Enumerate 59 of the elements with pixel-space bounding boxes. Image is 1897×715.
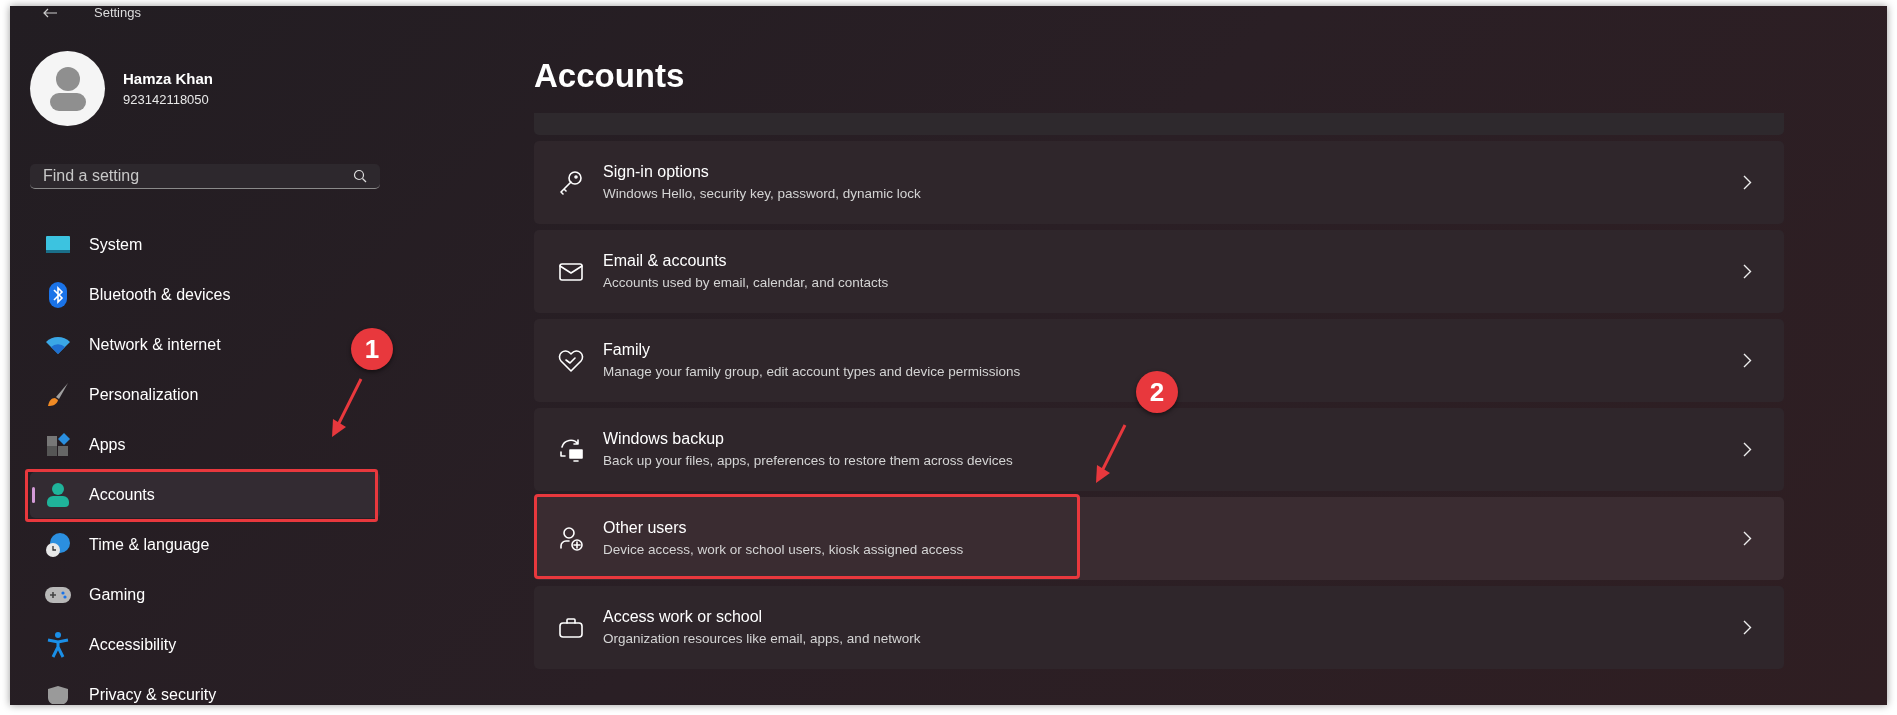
- card-description: Device access, work or school users, kiosk assigned access: [603, 541, 965, 560]
- card-description: Accounts used by email, calendar, and contacts: [603, 274, 890, 293]
- nav-item[interactable]: Personalization: [30, 372, 211, 418]
- card-description: Windows Hello, security key, password, dynamic lock: [603, 185, 922, 204]
- paintbrush-icon: [46, 382, 70, 408]
- chevron-right-icon: [1743, 353, 1752, 368]
- window-title: Settings: [94, 6, 141, 19]
- accessibility-icon: [46, 632, 70, 658]
- annotation-arrow: [330, 377, 364, 439]
- selection-indicator: [32, 487, 35, 503]
- chevron-right-icon: [1743, 264, 1752, 279]
- card-title: Windows backup: [603, 429, 725, 450]
- search-field[interactable]: Find a setting: [30, 164, 380, 189]
- nav-item[interactable]: Network & internet: [30, 322, 233, 368]
- card-description: Organization resources like email, apps, and network: [603, 630, 922, 649]
- nav-item[interactable]: Accounts: [30, 472, 380, 518]
- search-input[interactable]: Find a setting: [43, 164, 323, 188]
- sync-monitor-icon: [558, 436, 584, 463]
- user-account: 923142118050: [123, 91, 210, 109]
- search-icon[interactable]: [353, 169, 367, 183]
- person-icon: [47, 482, 69, 508]
- nav-item[interactable]: Accessibility: [30, 622, 189, 668]
- nav-item[interactable]: Gaming: [30, 572, 158, 618]
- gamepad-icon: [45, 586, 71, 604]
- nav-item[interactable]: Bluetooth & devices: [30, 272, 243, 318]
- settings-card[interactable]: Email & accounts Accounts used by email, calendar, and contacts: [534, 230, 1784, 313]
- card-description: Manage your family group, edit account types and device permissions: [603, 363, 1022, 382]
- chevron-right-icon: [1743, 620, 1752, 635]
- nav-item[interactable]: Time & language: [30, 522, 222, 568]
- chevron-right-icon: [1743, 442, 1752, 457]
- settings-card[interactable]: Windows backup Back up your files, apps, preferences to restore them across devices: [534, 408, 1784, 491]
- card-title: Family: [603, 340, 652, 361]
- back-arrow-icon[interactable]: [42, 7, 58, 18]
- annotation-arrow: [1094, 423, 1128, 485]
- person-add-icon: [558, 525, 584, 552]
- settings-card[interactable]: Sign-in options Windows Hello, security key, password, dynamic lock: [534, 141, 1784, 224]
- card-title: Sign-in options: [603, 162, 710, 183]
- apps-icon: [46, 433, 70, 457]
- bluetooth-icon: [48, 282, 68, 308]
- step-badge: 1: [351, 328, 393, 370]
- settings-card[interactable]: Access work or school Organization resources like email, apps, and network: [534, 586, 1784, 669]
- chevron-right-icon: [1743, 175, 1752, 190]
- globe-clock-icon: [45, 532, 71, 558]
- monitor-icon: [46, 235, 70, 255]
- chevron-right-icon: [1743, 531, 1752, 546]
- settings-card[interactable]: Other users Device access, work or school users, kiosk assigned access: [534, 497, 1784, 580]
- user-name: Hamza Khan: [123, 68, 214, 89]
- shield-icon: [47, 686, 69, 704]
- key-icon: [558, 169, 584, 196]
- page-title: Accounts: [534, 56, 686, 96]
- card-title: Email & accounts: [603, 251, 728, 272]
- nav-item[interactable]: Privacy & security: [30, 672, 229, 705]
- nav-item[interactable]: System: [30, 222, 155, 268]
- wifi-icon: [45, 335, 71, 355]
- card-title: Access work or school: [603, 607, 764, 628]
- nav-item[interactable]: Apps: [30, 422, 138, 468]
- card-title: Other users: [603, 518, 688, 539]
- card-description: Back up your files, apps, preferences to restore them across devices: [603, 452, 1014, 471]
- heart-icon: [558, 347, 584, 374]
